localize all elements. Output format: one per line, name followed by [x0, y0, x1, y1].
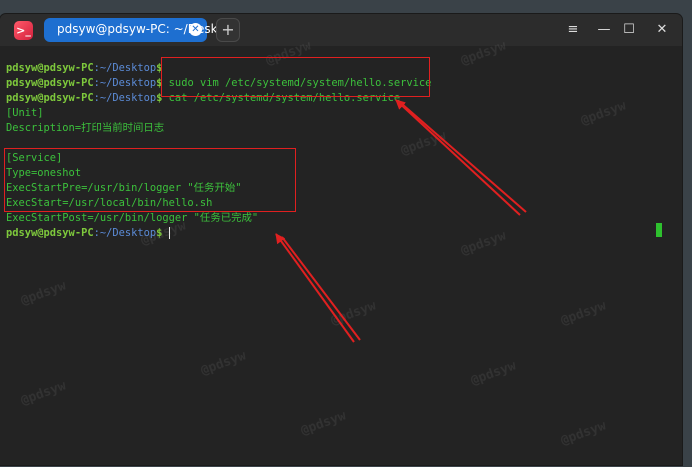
terminal-content[interactable]: @pdsyw @pdsyw @pdsyw @pdsyw @pdsyw @pdsy… — [0, 38, 682, 465]
tab-terminal[interactable]: pdsyw@pdsyw-PC: ~/Desktop ✕ — [44, 18, 237, 42]
text-cursor — [168, 227, 170, 239]
close-icon[interactable]: ✕ — [651, 19, 673, 41]
add-tab-button[interactable]: + — [216, 18, 240, 42]
tab-title: pdsyw@pdsyw-PC: ~/Desktop — [57, 22, 238, 36]
title-bar: >_ pdsyw@pdsyw-PC: ~/Desktop ✕ + ≡ — ☐ ✕ — [0, 14, 682, 46]
annotation-box-commands — [161, 57, 430, 97]
prompt-path: :~/Desktop — [93, 77, 157, 89]
output-line: ExecStartPost=/usr/bin/logger "任务已完成" — [6, 212, 259, 224]
output-line: [Unit] — [6, 107, 44, 119]
prompt-user: pdsyw@pdsyw-PC — [6, 227, 94, 239]
tab-close-icon[interactable]: ✕ — [189, 23, 202, 36]
prompt-user: pdsyw@pdsyw-PC — [6, 62, 94, 74]
scroll-indicator — [656, 223, 662, 237]
output-line: Description=打印当前时间日志 — [6, 122, 165, 134]
terminal-line: pdsyw@pdsyw-PC:~/Desktop$ — [6, 226, 170, 241]
prompt-user: pdsyw@pdsyw-PC — [6, 77, 94, 89]
prompt-path: :~/Desktop — [93, 227, 157, 239]
annotation-box-service — [4, 148, 296, 212]
terminal-line: pdsyw@pdsyw-PC:~/Desktop$ — [6, 61, 162, 76]
prompt-path: :~/Desktop — [93, 62, 157, 74]
maximize-icon[interactable]: ☐ — [618, 19, 640, 41]
terminal-app-icon: >_ — [14, 21, 33, 40]
prompt-user: pdsyw@pdsyw-PC — [6, 92, 94, 104]
prompt-path: :~/Desktop — [93, 92, 157, 104]
minimize-icon[interactable]: — — [593, 19, 615, 41]
menu-icon[interactable]: ≡ — [562, 19, 584, 41]
